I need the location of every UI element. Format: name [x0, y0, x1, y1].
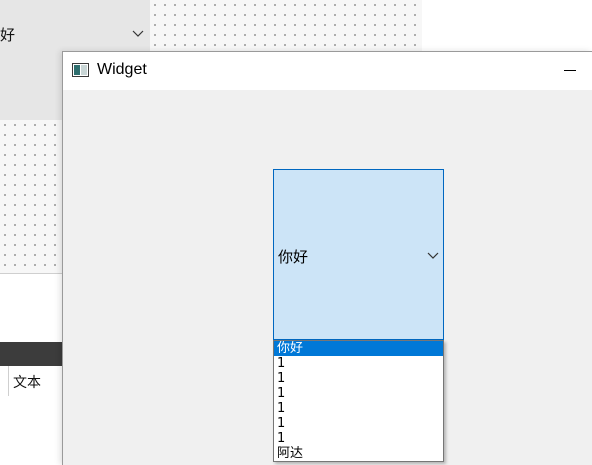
- dropdown-item[interactable]: 1: [274, 356, 443, 371]
- dropdown-item[interactable]: 你好: [274, 341, 443, 356]
- widget-window: Widget 你好 你好 1 1 1 1 1 1 阿达: [62, 51, 592, 465]
- dropdown-item[interactable]: 1: [274, 431, 443, 446]
- designer-combo-text: 好: [0, 26, 16, 44]
- chevron-down-icon: [427, 252, 439, 259]
- dropdown-item[interactable]: 1: [274, 416, 443, 431]
- designer-panel-header: [0, 342, 62, 366]
- dropdown-item[interactable]: 1: [274, 371, 443, 386]
- combo-current-text: 你好: [278, 248, 309, 266]
- combo-dropdown-list: 你好 1 1 1 1 1 1 阿达: [273, 340, 444, 462]
- app-icon: [72, 63, 89, 77]
- dropdown-item[interactable]: 1: [274, 386, 443, 401]
- designer-grid-canvas-lower: [0, 120, 62, 273]
- designer-table-divider: [8, 366, 9, 396]
- minimize-button[interactable]: [557, 56, 587, 84]
- combo-box[interactable]: 你好: [273, 169, 444, 340]
- chevron-down-icon: [132, 30, 144, 37]
- window-title: Widget: [97, 61, 147, 78]
- minimize-icon: [564, 70, 576, 71]
- dropdown-item[interactable]: 1: [274, 401, 443, 416]
- designer-table-cell[interactable]: 文本: [13, 372, 41, 392]
- dropdown-item[interactable]: 阿达: [274, 446, 443, 461]
- designer-divider: [0, 273, 62, 274]
- title-bar[interactable]: Widget: [63, 52, 592, 90]
